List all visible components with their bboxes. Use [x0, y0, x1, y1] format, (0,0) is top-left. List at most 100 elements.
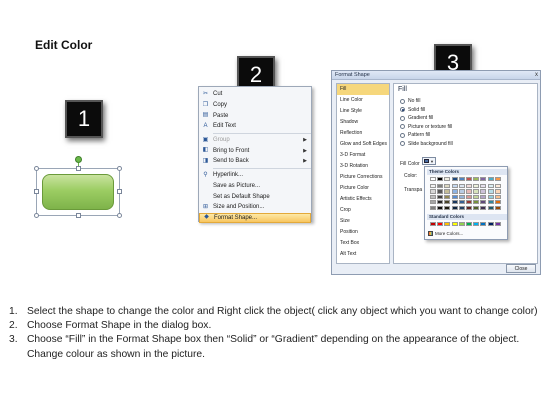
- menu-item-bring-to-front[interactable]: ◧ Bring to Front ▶: [199, 145, 311, 156]
- nav-item-fill[interactable]: Fill: [337, 84, 389, 95]
- theme-tint-swatch[interactable]: [451, 200, 458, 205]
- dialog-close-icon[interactable]: x: [535, 71, 538, 80]
- theme-tint-swatch[interactable]: [430, 184, 436, 189]
- theme-tint-swatch[interactable]: [494, 189, 501, 194]
- theme-tint-swatch[interactable]: [465, 194, 472, 199]
- theme-tint-swatch[interactable]: [494, 194, 501, 199]
- menu-item-size-and-position[interactable]: ⊞ Size and Position...: [199, 202, 311, 213]
- theme-tint-swatch[interactable]: [444, 200, 451, 205]
- radio-button[interactable]: [400, 132, 405, 138]
- menu-item-set-as-default-shape[interactable]: Set as Default Shape: [199, 191, 311, 202]
- theme-tint-swatch[interactable]: [465, 200, 472, 205]
- theme-tint-swatch[interactable]: [451, 189, 458, 194]
- theme-tint-swatch[interactable]: [465, 184, 472, 189]
- theme-tint-swatch[interactable]: [444, 189, 451, 194]
- theme-tint-swatch[interactable]: [487, 189, 494, 194]
- theme-tint-swatch[interactable]: [437, 184, 444, 189]
- theme-tint-swatch[interactable]: [444, 194, 451, 199]
- theme-color-swatch[interactable]: [494, 177, 501, 182]
- theme-tint-swatch[interactable]: [437, 200, 444, 205]
- nav-item-glow-and-soft-edges[interactable]: Glow and Soft Edges: [337, 139, 389, 150]
- theme-tint-swatch[interactable]: [480, 200, 487, 205]
- menu-item-group[interactable]: ▣ Group ▶: [199, 135, 311, 146]
- theme-tint-swatch[interactable]: [480, 189, 487, 194]
- nav-item-alt-text[interactable]: Alt Text: [337, 249, 389, 260]
- nav-item-picture-corrections[interactable]: Picture Corrections: [337, 172, 389, 183]
- menu-item-cut[interactable]: ✂ Cut: [199, 89, 311, 100]
- theme-tint-swatch[interactable]: [487, 205, 494, 210]
- menu-item-send-to-back[interactable]: ◨ Send to Back ▶: [199, 156, 311, 167]
- theme-color-swatch[interactable]: [487, 177, 494, 182]
- standard-color-swatch[interactable]: [494, 222, 501, 227]
- radio-button[interactable]: [400, 124, 405, 129]
- standard-color-swatch[interactable]: [430, 222, 436, 227]
- theme-tint-swatch[interactable]: [480, 184, 487, 189]
- radio-solid-fill[interactable]: Solid fill: [400, 107, 425, 113]
- theme-tint-swatch[interactable]: [430, 200, 436, 205]
- radio-pattern-fill[interactable]: Pattern fill: [400, 132, 430, 138]
- theme-tint-swatch[interactable]: [473, 194, 480, 199]
- nav-item-crop[interactable]: Crop: [337, 205, 389, 216]
- theme-tint-swatch[interactable]: [494, 200, 501, 205]
- standard-color-swatch[interactable]: [437, 222, 444, 227]
- resize-handle-s[interactable]: [76, 213, 81, 218]
- standard-color-swatch[interactable]: [458, 222, 465, 227]
- resize-handle-w[interactable]: [34, 189, 39, 194]
- resize-handle-se[interactable]: [117, 213, 122, 218]
- more-colors-option[interactable]: More Colors...: [428, 231, 463, 236]
- theme-tint-swatch[interactable]: [451, 184, 458, 189]
- theme-tint-swatch[interactable]: [458, 194, 465, 199]
- radio-slide-background-fill[interactable]: Slide background fill: [400, 141, 453, 147]
- menu-item-paste[interactable]: ▤ Paste: [199, 110, 311, 121]
- theme-tint-swatch[interactable]: [458, 205, 465, 210]
- theme-tint-swatch[interactable]: [487, 200, 494, 205]
- radio-picture-or-texture-fill[interactable]: Picture or texture fill: [400, 124, 452, 130]
- rotation-handle[interactable]: [75, 156, 82, 163]
- theme-tint-swatch[interactable]: [480, 194, 487, 199]
- theme-tint-swatch[interactable]: [444, 205, 451, 210]
- theme-tint-swatch[interactable]: [494, 205, 501, 210]
- radio-no-fill[interactable]: No fill: [400, 98, 421, 104]
- theme-tint-swatch[interactable]: [437, 205, 444, 210]
- resize-handle-n[interactable]: [76, 166, 81, 171]
- theme-tint-swatch[interactable]: [465, 189, 472, 194]
- theme-color-swatch[interactable]: [437, 177, 444, 182]
- theme-tint-swatch[interactable]: [473, 189, 480, 194]
- theme-tint-swatch[interactable]: [458, 200, 465, 205]
- theme-tint-swatch[interactable]: [430, 189, 436, 194]
- resize-handle-ne[interactable]: [117, 166, 122, 171]
- menu-item-format-shape[interactable]: ◆ Format Shape...: [199, 212, 311, 224]
- menu-item-copy[interactable]: ❐ Copy: [199, 100, 311, 111]
- theme-color-swatch[interactable]: [465, 177, 472, 182]
- nav-item-picture-color[interactable]: Picture Color: [337, 183, 389, 194]
- standard-color-swatch[interactable]: [473, 222, 480, 227]
- nav-item-line-color[interactable]: Line Color: [337, 95, 389, 106]
- green-rounded-rectangle[interactable]: [42, 174, 114, 210]
- selected-shape[interactable]: [34, 156, 122, 218]
- fill-color-button[interactable]: ▼: [422, 157, 436, 165]
- theme-tint-swatch[interactable]: [465, 205, 472, 210]
- theme-color-swatch[interactable]: [430, 177, 436, 182]
- radio-button[interactable]: [400, 141, 405, 146]
- menu-item-save-as-picture[interactable]: Save as Picture...: [199, 181, 311, 192]
- theme-color-swatch[interactable]: [458, 177, 465, 182]
- theme-color-swatch[interactable]: [451, 177, 458, 182]
- nav-item-position[interactable]: Position: [337, 227, 389, 238]
- menu-item-hyperlink[interactable]: ⚲ Hyperlink...: [199, 170, 311, 181]
- resize-handle-e[interactable]: [117, 189, 122, 194]
- theme-tint-swatch[interactable]: [437, 194, 444, 199]
- radio-button[interactable]: [400, 107, 405, 112]
- nav-item-size[interactable]: Size: [337, 216, 389, 227]
- resize-handle-sw[interactable]: [34, 213, 39, 218]
- theme-tint-swatch[interactable]: [437, 189, 444, 194]
- nav-item-artistic-effects[interactable]: Artistic Effects: [337, 194, 389, 205]
- standard-color-swatch[interactable]: [451, 222, 458, 227]
- nav-item-reflection[interactable]: Reflection: [337, 128, 389, 139]
- theme-tint-swatch[interactable]: [458, 184, 465, 189]
- menu-item-edit-text[interactable]: A Edit Text: [199, 121, 311, 132]
- theme-tint-swatch[interactable]: [473, 205, 480, 210]
- theme-tint-swatch[interactable]: [444, 184, 451, 189]
- standard-color-swatch[interactable]: [480, 222, 487, 227]
- theme-color-swatch[interactable]: [473, 177, 480, 182]
- theme-tint-swatch[interactable]: [487, 194, 494, 199]
